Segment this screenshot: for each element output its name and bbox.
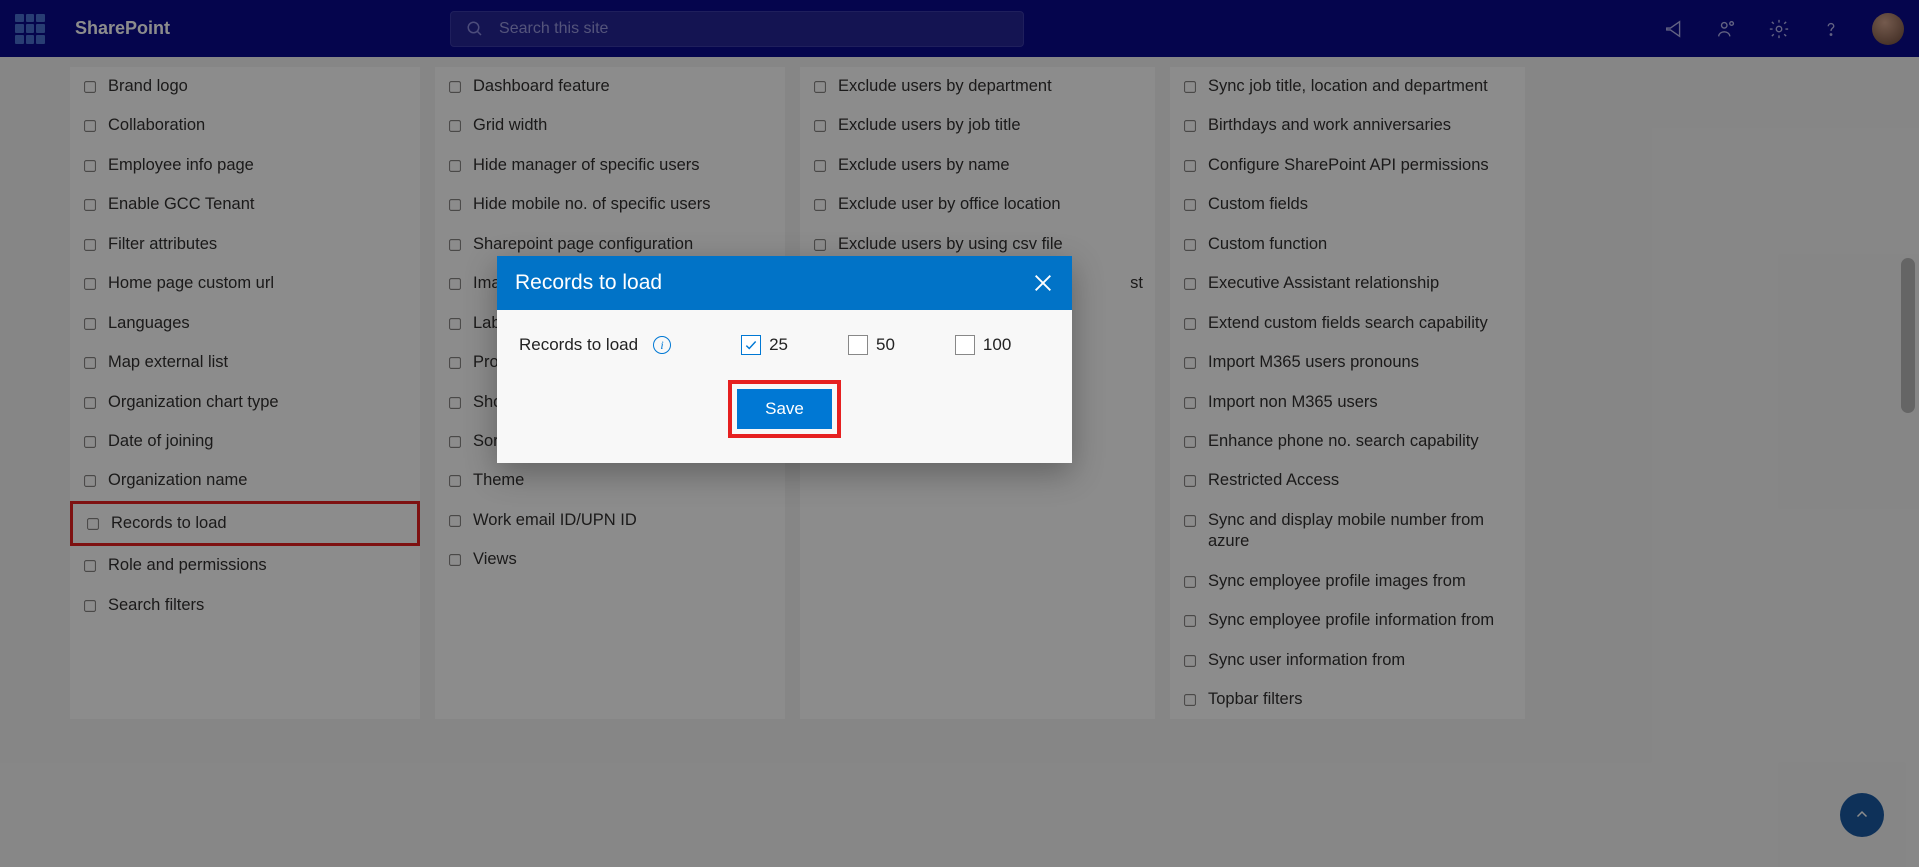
option-100[interactable]: 100 [955,335,1011,355]
option-50[interactable]: 50 [848,335,895,355]
field-label: Records to load [519,335,638,355]
option-label: 100 [983,335,1011,355]
option-label: 25 [769,335,788,355]
option-25[interactable]: 25 [741,335,788,355]
modal-title: Records to load [515,271,662,295]
info-icon[interactable]: i [653,336,671,354]
records-to-load-modal: Records to load Records to load i 25 50 … [497,256,1072,463]
modal-header: Records to load [497,256,1072,310]
options-group: 25 50 100 [741,335,1011,355]
checkbox-100[interactable] [955,335,975,355]
close-icon[interactable] [1032,272,1054,294]
save-highlight-box: Save [728,380,841,438]
checkbox-25[interactable] [741,335,761,355]
modal-body: Records to load i 25 50 100 Save [497,310,1072,463]
checkbox-50[interactable] [848,335,868,355]
save-button[interactable]: Save [737,389,832,429]
option-label: 50 [876,335,895,355]
